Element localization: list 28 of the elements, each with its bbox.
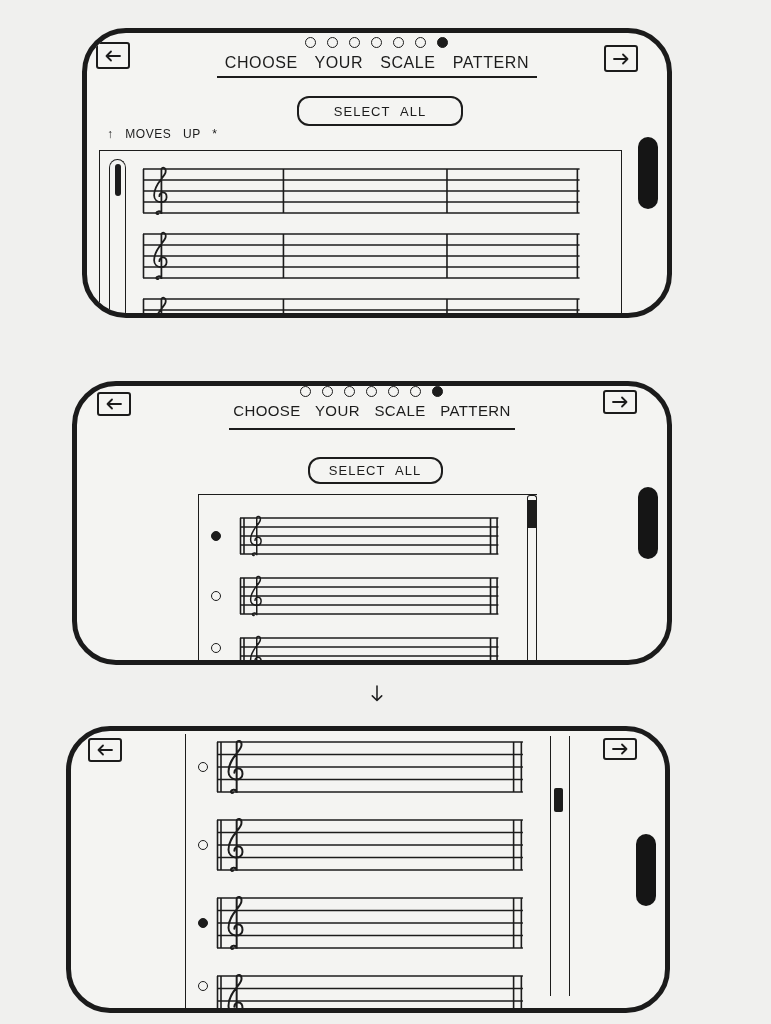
screen-title: CHOOSE YOUR SCALE PATTERN: [229, 401, 515, 430]
forward-button[interactable]: [603, 390, 637, 414]
screen-title: CHOOSE YOUR SCALE PATTERN: [216, 53, 538, 78]
down-arrow-icon: [370, 685, 384, 702]
camera-cutout: [638, 487, 658, 559]
forward-button[interactable]: [603, 738, 637, 760]
select-all-button[interactable]: SELECT ALL: [307, 457, 443, 484]
select-all-button[interactable]: SELECT ALL: [297, 96, 463, 126]
forward-button[interactable]: [604, 45, 638, 72]
radio-button[interactable]: [198, 918, 208, 928]
annotation-note: ↑ MOVES UP *: [107, 127, 218, 141]
right-arrow-icon: [613, 52, 629, 65]
left-arrow-icon: [105, 49, 121, 62]
scrollbar[interactable]: [527, 495, 537, 660]
back-button[interactable]: [96, 42, 130, 69]
scrollbar-thumb[interactable]: [554, 788, 563, 812]
radio-button[interactable]: [211, 531, 221, 541]
camera-cutout: [638, 137, 658, 209]
back-button[interactable]: [88, 738, 122, 762]
right-arrow-icon: [612, 396, 628, 408]
back-button[interactable]: [97, 392, 131, 416]
left-arrow-icon: [106, 398, 122, 410]
scrollbar[interactable]: [109, 159, 126, 313]
scrollbar[interactable]: [550, 736, 570, 996]
scrollbar-thumb[interactable]: [528, 500, 536, 528]
left-arrow-icon: [97, 744, 113, 756]
right-arrow-icon: [612, 743, 628, 755]
scrollbar-thumb[interactable]: [114, 164, 121, 196]
